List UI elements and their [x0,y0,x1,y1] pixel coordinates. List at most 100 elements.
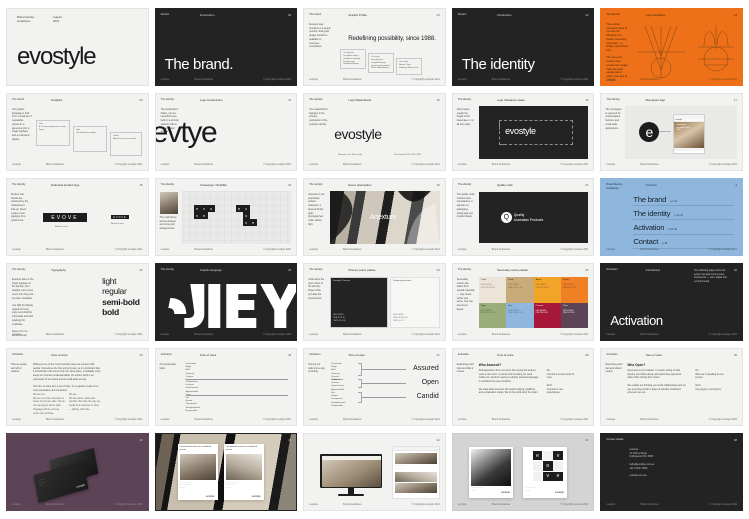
slide-footer: evostyle Brand Guidelines © Copyright evos… [12,502,143,506]
slide-page-number: 40 [139,438,143,442]
slide-tagline[interactable]: The brand Graphic Profile 03 Evostyle wa… [303,8,446,86]
slide-section: Activation [160,353,172,356]
slide-footer: evostyle Brand Guidelines © Copyright evos… [457,77,589,81]
slide-footer: evostyle Brand Guidelines © Copyright evos… [457,502,589,506]
slide-header: The identity Primary colour palette 24 [309,268,440,277]
slide-page-number: 20 [436,183,440,187]
slide-poster-campaign[interactable]: 43 — — — — — — — evostyle e v o v e — — —… [451,433,595,511]
swatch-chalk[interactable]: Chalk HEX ECE4D6 RGB 236 228 214 [478,277,507,303]
slide-endorsed-product-logo[interactable]: The identity Endorsed product logo 18 Pr… [6,178,149,256]
slide-artexture[interactable]: The identity Evove observation 20 Artext… [303,178,446,256]
swatch-plum[interactable]: Plum HEX 5D4356 RGB 93 67 86 [560,302,589,328]
slide-tone-of-voice-pillars[interactable]: Activation Tone of voice 37 Turning our … [303,348,446,426]
quality-mark-lockup: Q Quality Australian Products [500,212,543,223]
swatch-crimson[interactable]: Crimson HEX A81838 RGB 168 24 56 [533,302,561,328]
slide-tone-detail-assured[interactable]: Activation Tone of voice 38 Examining ea… [451,348,595,426]
slide-section: The identity [309,98,323,101]
slide-logo-masterbrand[interactable]: The identity Logo Masterbrand 15 The mas… [303,93,446,171]
slide-logo-inspiration[interactable]: The identity Logo inspiration 13 The evo… [600,8,743,86]
slide-secondary-colour-palette[interactable]: The identity Secondary colour palette 25… [451,263,595,341]
slide-stationery-mockup[interactable]: 40 — — — — — — — — — evostyle evostyle Bran… [6,433,149,511]
slide-footer: evostyle Brand Guidelines © Copyright evos… [309,247,440,251]
cover-meta-right: August 2021 [53,15,62,24]
swatch-sand[interactable]: Sand HEX C9AB79 RGB 201 171 121 [506,277,534,303]
slide-body-copy: Evostyle was founded on a simple premise… [309,23,331,49]
slide-logo-clearance[interactable]: The identity Logo Clearance space 16 Cle… [451,93,595,171]
contents-item-activation[interactable]: Activation p.32-46 [633,220,734,235]
slide-header: Activation Tone of voice 39 [606,353,737,362]
slide-header: Activation Tone of voice 34 [161,353,292,362]
swatch-ember[interactable]: Ember HEX EF8023 RGB 239 128 35 [560,277,589,303]
slide-brand-pillars[interactable]: The brand Graphics 04 Our graphic langua… [6,93,149,171]
slide-tone-of-voice-intro[interactable]: Activation Tone of voice 33 How we speak… [6,348,149,426]
slide-side-note: How we speak and why it matters [11,363,27,374]
slide-tone-of-voice-personality[interactable]: Activation Tone of voice 34 Our personal… [154,348,298,426]
mobile-nav [393,447,439,451]
info-box: Colour Mono first, accents second. [110,132,142,156]
contents-item-pages: p.48 [662,242,668,246]
info-box: Type One family, four weights. [73,126,107,152]
poster-wordmark: evostyle [205,495,215,498]
slide-logo-flexibility[interactable]: The identity Crossetype / flexibility 19… [154,178,298,256]
traits-open: Collaborative Inclusive Good to work App… [331,379,345,391]
slide-activation-divider[interactable]: Activation Introduction 32 The following… [600,263,743,341]
slide-title: Typography [51,268,66,272]
slide-footer: evostyle Brand Guidelines © Copyright evos… [309,77,440,81]
slide-contents[interactable]: Brand Identity Guidelines Contents 2 The… [600,178,743,256]
slide-header: The brand Graphics 04 [12,98,143,107]
contents-item-the-brand[interactable]: The brand p.3-11 [633,192,734,207]
contents-item-the-identity[interactable]: The identity p.12-31 [633,206,734,221]
slide-side-note: Our personality traits [159,363,176,370]
swatch-values: HEX 8FB7DD RGB 143 183 221 [508,309,523,315]
slide-title: Endorsed product logo [51,183,80,187]
slide-website-mockup[interactable]: 42 evostyle — — — — — — — — — evostyle Bra… [303,433,446,511]
slide-page-number: 16 [585,98,589,102]
card-contact-lines: — — — — — — — — — [38,478,48,488]
secondary-swatch-grid: Chalk HEX ECE4D6 RGB 236 228 214 Sand HE… [478,277,589,328]
slide-body-copy: The masterbrand logotype is the primary … [309,108,328,126]
connector-line [659,131,672,132]
slide-the-identity-divider[interactable]: Section Introduction 12 The identity evo… [451,8,595,86]
slide-page-number: 04 [139,98,143,102]
swatch-name: Amber [535,279,542,281]
slide-page-number: 03 [436,13,440,17]
slide-primary-colour-palette[interactable]: The identity Primary colour palette 24 C… [303,263,446,341]
swatch-amber[interactable]: Amber HEX F2A429 RGB 242 164 41 [533,277,561,303]
slide-footer: evostyle Brand Guidelines © Copyright evos… [160,162,292,166]
logo-caption: File formats EPS, SVG, PNG [394,154,421,156]
mobile-site-mockup: — — — — — — — — — [392,446,440,499]
primary-swatch-paper: Supporting neutrals HEX F2F2F0 RGB 242 2… [390,277,440,328]
slide-caption-copy: The mark flexes across stacked and inlin… [159,216,177,231]
slide-footer: evostyle Brand Guidelines © Copyright evos… [309,502,440,506]
slide-footer: evostyle Brand Guidelines © Copyright evos… [309,332,440,336]
slide-cover[interactable]: Brand Identity Guidelines August 2021 ev… [6,8,149,86]
slide-footer: evostyle Brand Guidelines © Copyright evos… [606,162,737,166]
info-box: Our values Honest. Open. Enduring. Made … [396,58,423,75]
grid-blank-3 [553,461,563,471]
slide-footer: evostyle Brand Guidelines © Copyright evos… [12,332,143,336]
swatch-side-label: Supporting neutrals [393,280,412,282]
slide-environmental-posters[interactable]: Considered furniture for considered spac… [154,433,298,511]
endorsed-logo-small: EVOVE [111,215,129,219]
slide-page-number: 41 [288,438,292,442]
poster-image [225,453,262,480]
info-box: Our vision A world where thoughtful desi… [368,53,395,73]
slide-logo-construction[interactable]: The identity Logo Construction 14 The wo… [154,93,298,171]
slide-the-brand-divider[interactable]: Section Introduction 02 The brand. evost… [154,8,298,86]
slide-page-number: 38 [585,353,589,357]
slide-header: The identity Logo inspiration 13 [606,13,737,22]
slide-footer: evostyle Brand Guidelines © Copyright evos… [457,417,589,421]
slide-graphic-language[interactable]: The identity Graphic language 23 evostyl… [154,263,298,341]
slide-typography[interactable]: The identity Typography 22 Evostyle Sans… [6,263,149,341]
swatch-sky[interactable]: Sky HEX 8FB7DD RGB 143 183 221 [506,302,534,328]
slide-monogram[interactable]: The identity Monogram logo 17 The monogr… [600,93,743,171]
slide-footer: evostyle Brand Guidelines © Copyright evos… [457,162,589,166]
swatch-sage[interactable]: Sage HEX 9AAD7B RGB 154 173 123 [478,302,507,328]
slide-tone-detail-open[interactable]: Activation Tone of voice 39 Examining ea… [600,348,743,426]
slide-quality-mark[interactable]: The identity Quality mark 21 The quality… [451,178,595,256]
slide-contact[interactable]: Contact details 48 evostyle 14 Fitzroy S… [600,433,743,511]
slide-page-number: 18 [139,183,143,187]
slide-side-note: Examining each trait and what it means [605,363,623,374]
mobile-image-1 [394,452,438,464]
swatch-values: HEX F2F2F0 RGB 242 242 240 CMYK 0 0 1 5 [393,314,408,323]
